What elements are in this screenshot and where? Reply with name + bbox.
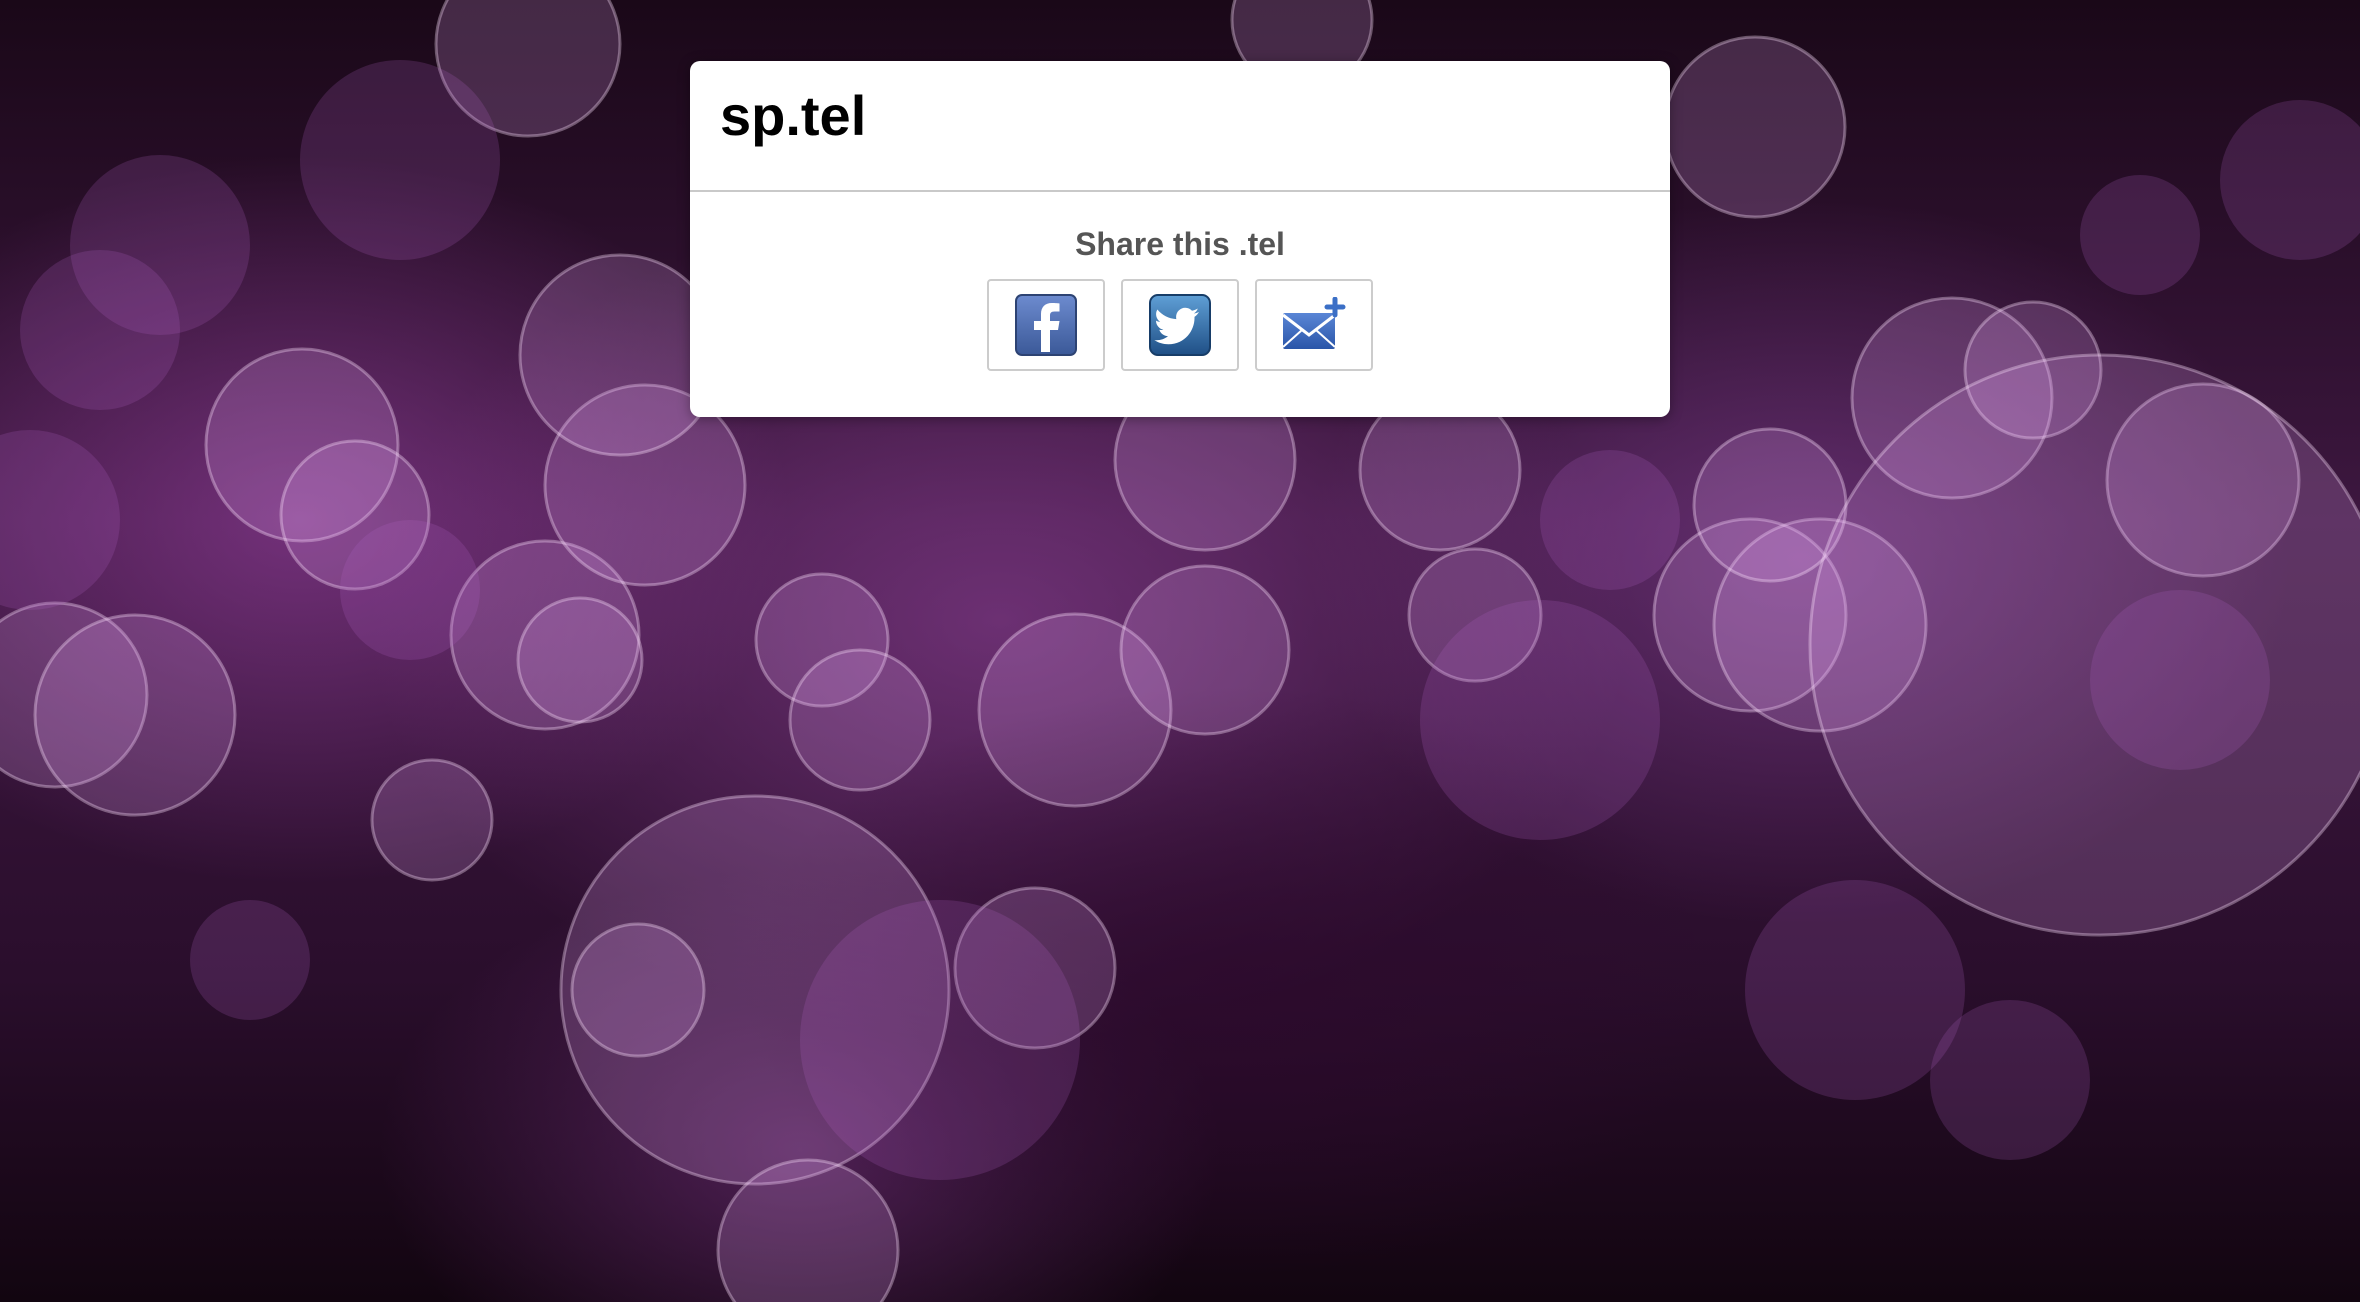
share-buttons xyxy=(690,279,1670,371)
profile-card: sp.tel Share this .tel xyxy=(690,61,1670,417)
share-section: Share this .tel xyxy=(690,226,1670,371)
share-twitter-button[interactable] xyxy=(1121,279,1239,371)
share-heading: Share this .tel xyxy=(1075,226,1285,262)
twitter-icon xyxy=(1149,294,1211,356)
email-add-icon xyxy=(1282,297,1346,349)
facebook-icon xyxy=(1015,294,1077,356)
share-email-button[interactable] xyxy=(1255,279,1373,371)
card-header: sp.tel xyxy=(690,61,1670,192)
share-facebook-button[interactable] xyxy=(987,279,1105,371)
site-title: sp.tel xyxy=(720,84,867,147)
